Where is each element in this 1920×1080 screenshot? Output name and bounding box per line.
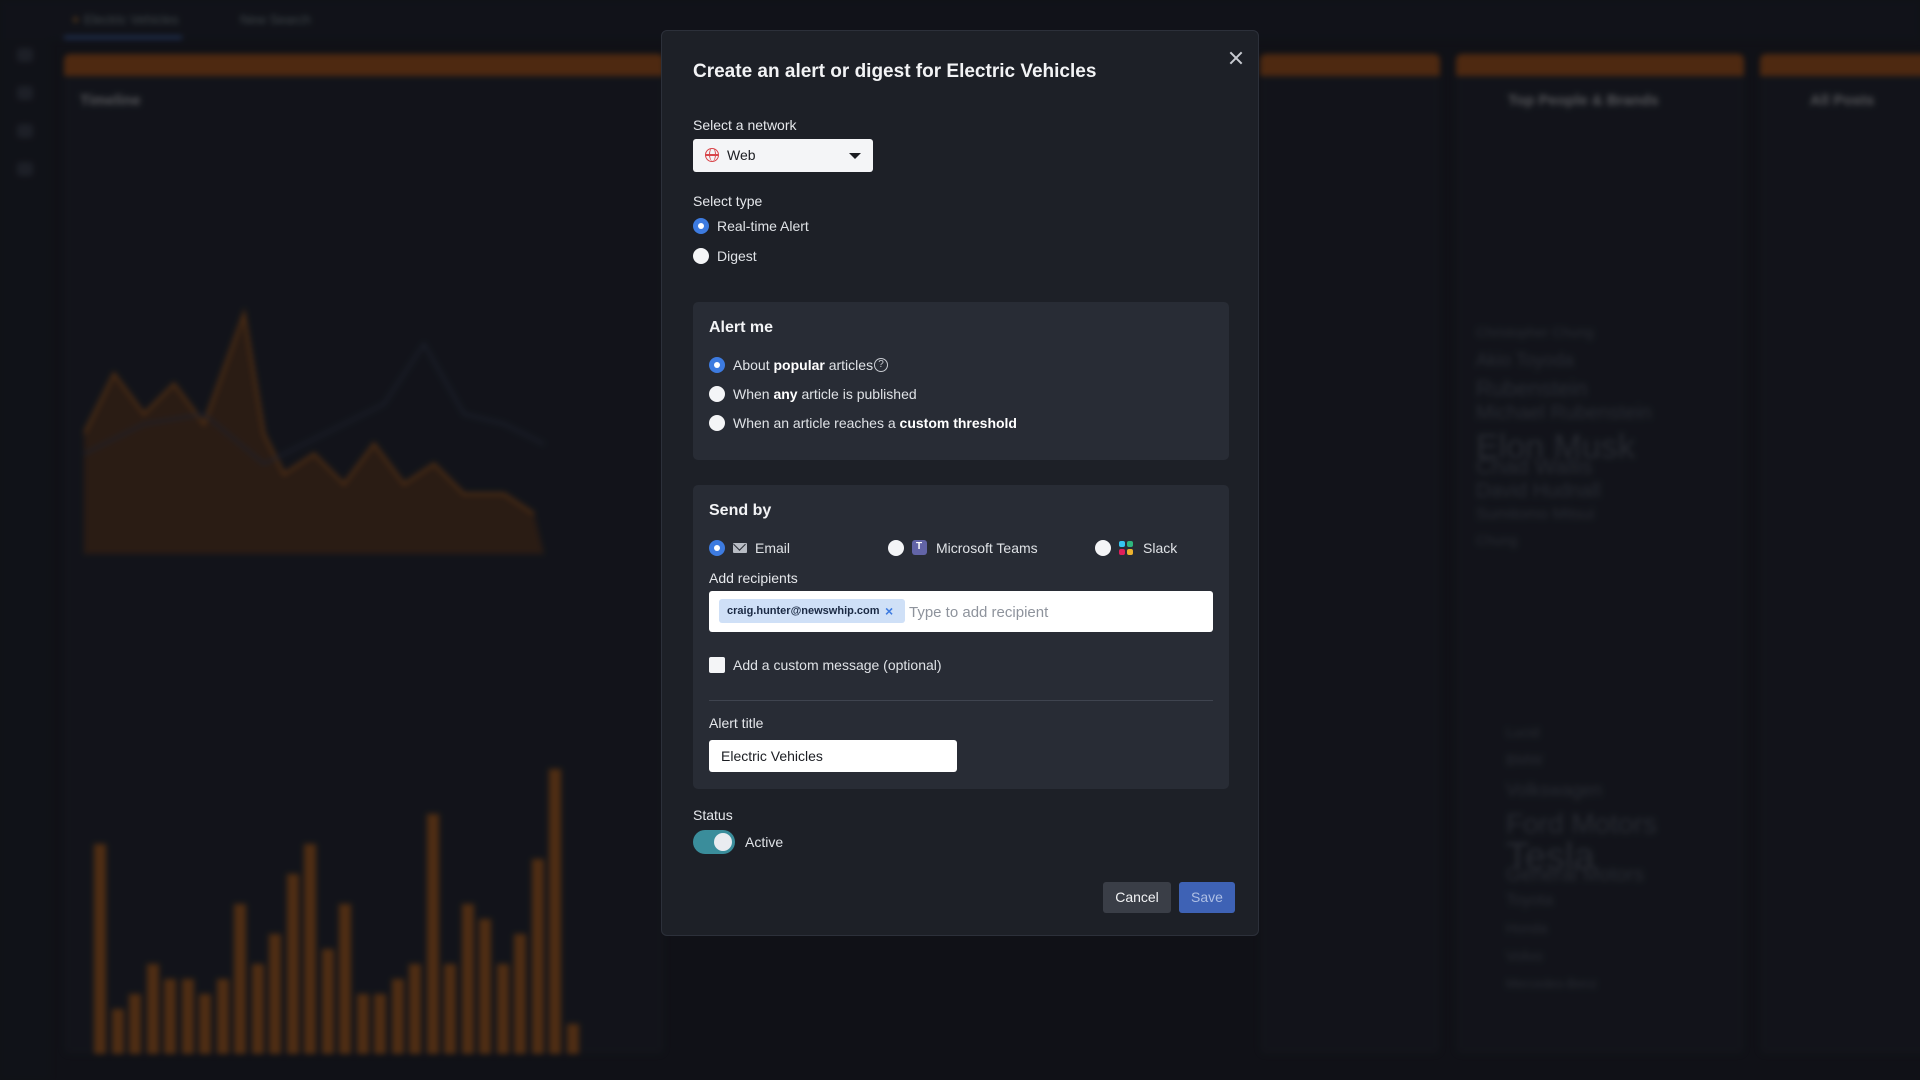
cancel-button[interactable]: Cancel xyxy=(1103,882,1171,913)
recipient-email: craig.hunter@newswhip.com xyxy=(727,605,880,617)
save-button[interactable]: Save xyxy=(1179,882,1235,913)
close-icon[interactable] xyxy=(1223,45,1249,71)
recipients-label: Add recipients xyxy=(709,570,798,586)
divider xyxy=(709,700,1213,701)
recipient-chip[interactable]: craig.hunter@newswhip.com × xyxy=(719,599,905,623)
any-article-label: When any article is published xyxy=(733,386,917,402)
teams-radio[interactable] xyxy=(888,540,904,556)
remove-recipient-icon[interactable]: × xyxy=(885,603,893,619)
any-article-radio[interactable] xyxy=(709,386,725,402)
teams-label: Microsoft Teams xyxy=(936,540,1038,556)
alert-title-label: Alert title xyxy=(709,715,764,731)
custom-threshold-label: When an article reaches a custom thresho… xyxy=(733,415,1017,431)
custom-message-label: Add a custom message (optional) xyxy=(733,657,942,673)
slack-radio[interactable] xyxy=(1095,540,1111,556)
network-value: Web xyxy=(727,147,756,163)
custom-threshold-radio[interactable] xyxy=(709,415,725,431)
real-time-alert-label: Real-time Alert xyxy=(717,218,809,234)
network-select[interactable]: Web xyxy=(693,139,873,172)
chevron-down-icon xyxy=(849,153,861,159)
email-label: Email xyxy=(755,540,791,556)
send-by-panel: Send by Email Microsoft Teams Slack Add … xyxy=(693,485,1229,789)
create-alert-modal: Create an alert or digest for Electric V… xyxy=(661,30,1259,936)
recipient-input[interactable] xyxy=(909,601,1199,623)
status-toggle[interactable] xyxy=(693,830,735,854)
digest-label: Digest xyxy=(717,248,757,264)
custom-message-checkbox[interactable] xyxy=(709,657,725,673)
mail-icon xyxy=(733,543,747,553)
popular-articles-label: About popular articles xyxy=(733,357,874,373)
alert-me-title: Alert me xyxy=(709,319,774,336)
slack-label: Slack xyxy=(1143,540,1178,556)
alert-title-input[interactable] xyxy=(709,740,957,772)
digest-radio[interactable] xyxy=(693,248,709,264)
globe-icon xyxy=(705,148,719,162)
alert-me-panel: Alert me About popular articles ? When a… xyxy=(693,302,1229,460)
type-label: Select type xyxy=(693,193,763,209)
status-label: Status xyxy=(693,807,733,823)
popular-articles-radio[interactable] xyxy=(709,357,725,373)
recipients-field[interactable]: craig.hunter@newswhip.com × xyxy=(709,591,1213,632)
real-time-alert-radio[interactable] xyxy=(693,218,709,234)
help-icon[interactable]: ? xyxy=(874,358,888,372)
send-by-title: Send by xyxy=(709,502,772,519)
slack-icon xyxy=(1119,541,1133,555)
modal-title: Create an alert or digest for Electric V… xyxy=(693,61,1097,82)
email-radio[interactable] xyxy=(709,540,725,556)
teams-icon xyxy=(912,540,927,555)
status-value: Active xyxy=(745,834,784,850)
network-label: Select a network xyxy=(693,117,797,133)
